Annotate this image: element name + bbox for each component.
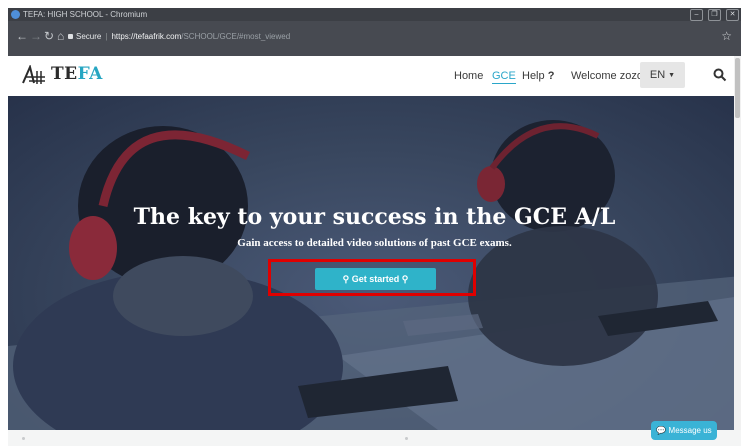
close-button[interactable]: ✕ — [726, 9, 739, 21]
browser-window: TEFA: HIGH SCHOOL - Chromium – ❐ ✕ ← → ↻… — [8, 8, 741, 446]
divider-dot — [22, 437, 25, 440]
brand-name: TEFA — [51, 64, 103, 84]
language-label: EN — [649, 69, 666, 81]
nav-help-label: Help — [522, 70, 545, 82]
divider-dot — [405, 437, 408, 440]
secure-label: Secure — [76, 32, 102, 41]
highlight-box — [268, 259, 476, 296]
address-bar[interactable]: Secure | https://tefaafrik.com/SCHOOL/GCE/… — [68, 32, 290, 41]
restore-button[interactable]: ❐ — [708, 9, 721, 21]
nav-welcome-label: Welcome zozo — [571, 70, 643, 82]
minimize-button[interactable]: – — [690, 9, 703, 21]
site-navbar: TEFA Home GCE Help ? Welcome zozo ▼ EN▼ — [8, 56, 741, 96]
back-icon[interactable]: ← — [16, 29, 28, 43]
url-path: /SCHOOL/GCE/#most_viewed — [181, 32, 291, 41]
nav-home[interactable]: Home — [454, 70, 483, 82]
tefa-logo-icon — [22, 65, 45, 84]
search-icon[interactable] — [713, 68, 727, 82]
scrollbar-thumb[interactable] — [735, 58, 740, 118]
bookmark-star-icon[interactable]: ☆ — [721, 29, 732, 43]
url-separator: | — [105, 32, 108, 41]
lock-icon — [68, 34, 73, 40]
browser-toolbar: ← → ↻ ⌂ Secure | https://tefaafrik.com/SCH… — [8, 21, 741, 56]
caret-down-icon: ▼ — [668, 72, 676, 79]
page-scrollbar[interactable] — [734, 56, 741, 430]
brand-name-te: TE — [51, 64, 78, 84]
reload-icon[interactable]: ↻ — [44, 29, 54, 43]
language-dropdown[interactable]: EN ▼ — [640, 62, 685, 88]
hero-subtitle: Gain access to detailed video solutions … — [237, 237, 512, 249]
home-icon[interactable]: ⌂ — [57, 29, 64, 43]
brand-name-fa: FA — [77, 64, 103, 84]
hero-section: The key to your success in the GCE A/L G… — [8, 96, 741, 430]
nav-help-suffix: ? — [547, 70, 555, 82]
forward-icon[interactable]: → — [30, 29, 42, 43]
url-host: https://tefaafrik.com — [111, 32, 182, 41]
chromium-logo-icon — [11, 10, 20, 19]
message-us-button[interactable]: 💬 Message us — [651, 421, 717, 440]
page-footer-strip — [8, 430, 741, 446]
window-titlebar: TEFA: HIGH SCHOOL - Chromium – ❐ ✕ — [8, 8, 741, 21]
nav-gce[interactable]: GCE — [492, 70, 516, 84]
message-us-label: Message us — [668, 426, 712, 435]
hero-title: The key to your success in the GCE A/L — [133, 204, 616, 230]
chat-icon: 💬 — [656, 426, 667, 435]
nav-help[interactable]: Help ? — [522, 70, 554, 82]
window-title: TEFA: HIGH SCHOOL - Chromium — [23, 10, 148, 19]
